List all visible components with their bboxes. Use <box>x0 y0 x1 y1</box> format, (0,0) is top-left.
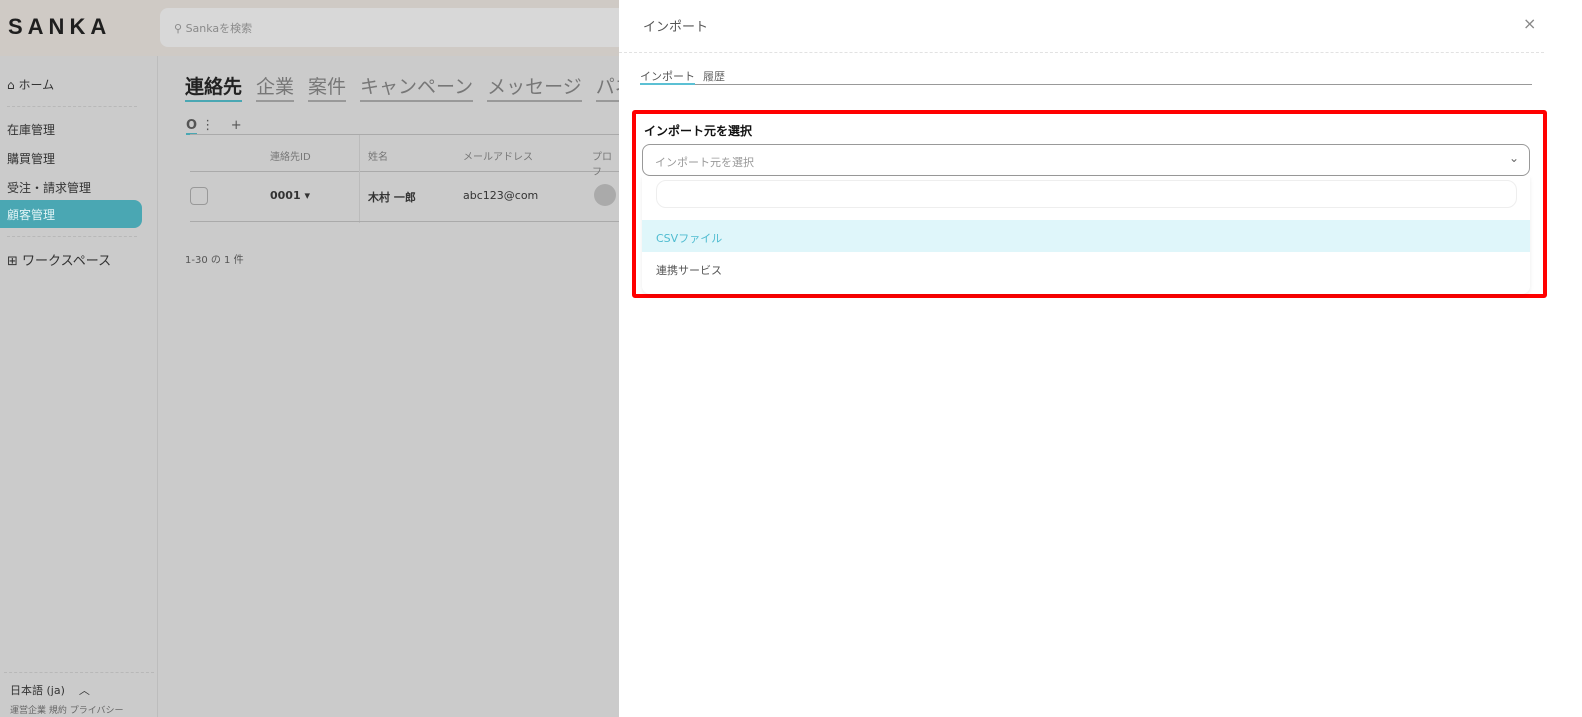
divider <box>4 672 154 673</box>
contact-id[interactable]: 0001 ▾ <box>270 189 310 202</box>
view-toolbar: O ⋮ + <box>186 118 242 135</box>
option-integration[interactable]: 連携サービス <box>642 252 1530 284</box>
sidebar-item-inventory[interactable]: 在庫管理 <box>7 121 55 138</box>
highlight-box: インポート元を選択 インポート元を選択 ⌄ CSVファイル 連携サービス <box>632 110 1547 298</box>
tab-messages[interactable]: メッセージ <box>487 72 582 102</box>
logo[interactable]: SANKA <box>8 14 111 40</box>
sidebar: ⌂ ホーム 在庫管理 購買管理 受注・請求管理 顧客管理 ⊞ ワークスペース 日… <box>0 56 158 717</box>
tab-history[interactable]: 履歴 <box>703 68 725 85</box>
view-icon[interactable]: O <box>186 118 198 135</box>
tab-deals[interactable]: 案件 <box>308 72 347 102</box>
option-csv[interactable]: CSVファイル <box>642 220 1530 252</box>
search-icon: ⚲ <box>174 22 186 35</box>
drawer-title: インポート <box>643 20 709 35</box>
footer-links[interactable]: 運営企業 規約 プライバシー <box>10 703 124 716</box>
close-icon[interactable]: × <box>1523 14 1536 33</box>
chevron-down-icon: ⌄ <box>1508 151 1519 165</box>
app-header: SANKA ⚲ Sankaを検索 <box>0 0 630 56</box>
more-icon[interactable]: ⋮ <box>201 118 214 133</box>
row-checkbox[interactable] <box>190 187 208 205</box>
tab-campaigns[interactable]: キャンペーン <box>360 72 474 102</box>
sidebar-item-orders[interactable]: 受注・請求管理 <box>7 179 91 196</box>
contact-name: 木村 一郎 <box>368 191 416 204</box>
column-header[interactable]: 連絡先ID <box>270 148 311 163</box>
column-header[interactable]: 姓名 <box>368 148 388 163</box>
divider <box>7 106 137 107</box>
drawer-tabs: インポート 履歴 <box>640 68 1532 85</box>
field-label: インポート元を選択 <box>644 124 753 138</box>
table-row[interactable]: 0001 ▾ 木村 一郎 abc123@com <box>190 172 620 222</box>
import-source-select[interactable]: インポート元を選択 ⌄ <box>642 144 1530 176</box>
sidebar-item-home[interactable]: ⌂ ホーム <box>7 76 54 93</box>
tab-companies[interactable]: 企業 <box>256 72 295 102</box>
tab-contacts[interactable]: 連絡先 <box>185 72 243 102</box>
pagination-text: 1-30 の 1 件 <box>185 255 244 266</box>
divider <box>619 52 1544 53</box>
column-header[interactable]: メールアドレス <box>463 148 533 163</box>
avatar <box>594 184 616 206</box>
chevron-up-icon: ︿ <box>78 684 90 697</box>
tab-import[interactable]: インポート <box>640 68 695 85</box>
language-selector[interactable]: 日本語 (ja) ︿ <box>10 682 90 698</box>
contact-email: abc123@com <box>463 189 539 202</box>
contacts-table: 連絡先ID 姓名 メールアドレス プロフ 0001 ▾ 木村 一郎 abc123… <box>190 134 620 223</box>
sidebar-item-workspace[interactable]: ⊞ ワークスペース <box>7 250 111 269</box>
import-drawer: インポート × インポート 履歴 インポート元を選択 インポート元を選択 ⌄ CSV… <box>619 0 1582 717</box>
object-tabs: 連絡先 企業 案件 キャンペーン メッセージ パネル <box>185 72 653 102</box>
sidebar-item-customers[interactable]: 顧客管理 <box>0 200 142 228</box>
home-icon: ⌂ <box>7 78 19 92</box>
divider <box>7 236 137 237</box>
add-view-button[interactable]: + <box>231 118 242 133</box>
search-input[interactable]: ⚲ Sankaを検索 <box>160 8 630 47</box>
workspace-icon: ⊞ <box>7 254 23 269</box>
sidebar-item-purchase[interactable]: 購買管理 <box>7 150 55 167</box>
dropdown-search-input[interactable] <box>656 180 1517 208</box>
dropdown-menu: CSVファイル 連携サービス <box>642 176 1530 294</box>
